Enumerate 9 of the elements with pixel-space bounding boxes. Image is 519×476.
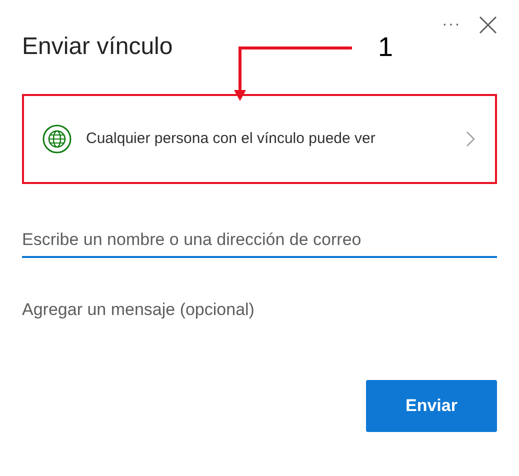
link-permission-text: Cualquier persona con el vínculo puede ver	[86, 129, 376, 149]
dialog-title: Enviar vínculo	[22, 33, 173, 61]
more-menu-button[interactable]: ···	[442, 16, 461, 34]
annotation-number: 1	[378, 32, 394, 63]
globe-icon	[42, 124, 72, 154]
link-settings-button[interactable]: Cualquier persona con el vínculo puede ver	[22, 94, 497, 184]
close-icon[interactable]	[479, 16, 497, 34]
chevron-icon	[466, 131, 475, 147]
send-button[interactable]: Enviar	[366, 380, 497, 432]
